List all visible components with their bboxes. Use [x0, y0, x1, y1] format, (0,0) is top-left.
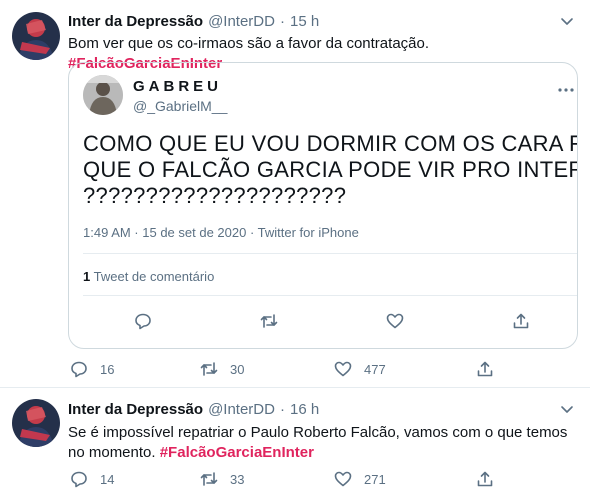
tweet-text: Se é impossível repatriar o Paulo Robert… — [68, 423, 573, 463]
author-handle[interactable]: @InterDD — [208, 401, 275, 418]
reply-button[interactable]: 14 — [70, 469, 114, 489]
separator: · — [279, 12, 285, 30]
timestamp[interactable]: 15 h — [290, 13, 319, 30]
quote-retweet-count: 1 — [83, 269, 91, 284]
quote-retweet-stats[interactable]: 1 Tweet de comentário — [83, 269, 214, 284]
share-icon[interactable] — [511, 311, 531, 331]
reply-icon[interactable] — [133, 311, 153, 331]
retweet-button[interactable]: 33 — [200, 469, 244, 489]
retweet-icon[interactable] — [259, 311, 279, 331]
retweet-button[interactable]: 30 — [200, 359, 244, 379]
quoted-tweet[interactable]: GABREU @_GabrielM__ COMO QUE EU VOU DORM… — [68, 62, 578, 349]
retweet-icon — [200, 362, 218, 376]
like-icon — [334, 361, 352, 377]
divider — [83, 253, 577, 254]
like-button[interactable]: 271 — [334, 469, 386, 489]
quote-meta: 1:49 AM · 15 de set de 2020 · Twitter fo… — [83, 225, 359, 240]
chevron-down-icon[interactable] — [558, 12, 576, 30]
tweet-header: Inter da Depressão @InterDD · 16 h — [68, 399, 319, 419]
divider — [83, 295, 577, 296]
quote-line: COMO QUE EU VOU DORMIR COM OS CARA FALAN… — [83, 131, 577, 156]
share-icon — [477, 361, 493, 377]
quote-avatar[interactable] — [83, 75, 123, 115]
tweet-body: Se é impossível repatriar o Paulo Robert… — [68, 424, 568, 461]
reply-button[interactable]: 16 — [70, 359, 114, 379]
separator: · — [279, 400, 285, 418]
more-icon[interactable] — [557, 81, 575, 99]
tweet-header: Inter da Depressão @InterDD · 15 h — [68, 11, 319, 31]
like-button[interactable]: 477 — [334, 359, 386, 379]
reply-count: 14 — [100, 471, 115, 487]
reply-icon — [71, 361, 87, 378]
quote-text: COMO QUE EU VOU DORMIR COM OS CARA FALAN… — [83, 131, 578, 209]
retweet-count: 30 — [230, 361, 245, 377]
avatar[interactable] — [12, 12, 60, 60]
author-name[interactable]: Inter da Depressão — [68, 13, 203, 30]
quote-line: QUE O FALCÃO GARCIA PODE VIR PRO INTER — [83, 157, 578, 182]
avatar[interactable] — [12, 399, 60, 447]
share-button[interactable] — [476, 469, 494, 489]
like-icon — [334, 471, 352, 487]
author-name[interactable]: Inter da Depressão — [68, 401, 203, 418]
reply-icon — [71, 471, 87, 488]
reply-count: 16 — [100, 361, 115, 377]
author-handle[interactable]: @InterDD — [208, 13, 275, 30]
quote-author-name[interactable]: GABREU — [133, 78, 222, 95]
hashtag-link[interactable]: #FalcãoGarciaEnInter — [160, 444, 314, 461]
like-count: 271 — [364, 471, 386, 487]
like-icon[interactable] — [385, 311, 405, 331]
retweet-icon — [200, 472, 218, 486]
like-count: 477 — [364, 361, 386, 377]
tweet[interactable]: Inter da Depressão @InterDD · 15 h Bom v… — [0, 0, 590, 388]
quote-author-handle[interactable]: @_GabrielM__ — [133, 98, 227, 114]
retweet-count: 33 — [230, 471, 245, 487]
quote-line: ????????????????????? — [83, 183, 347, 208]
chevron-down-icon[interactable] — [558, 400, 576, 418]
quote-retweet-label: Tweet de comentário — [93, 269, 215, 284]
tweet-body: Bom ver que os co-irmaos são a favor da … — [68, 35, 430, 52]
share-icon — [477, 471, 493, 487]
timestamp[interactable]: 16 h — [290, 401, 319, 418]
share-button[interactable] — [476, 359, 494, 379]
